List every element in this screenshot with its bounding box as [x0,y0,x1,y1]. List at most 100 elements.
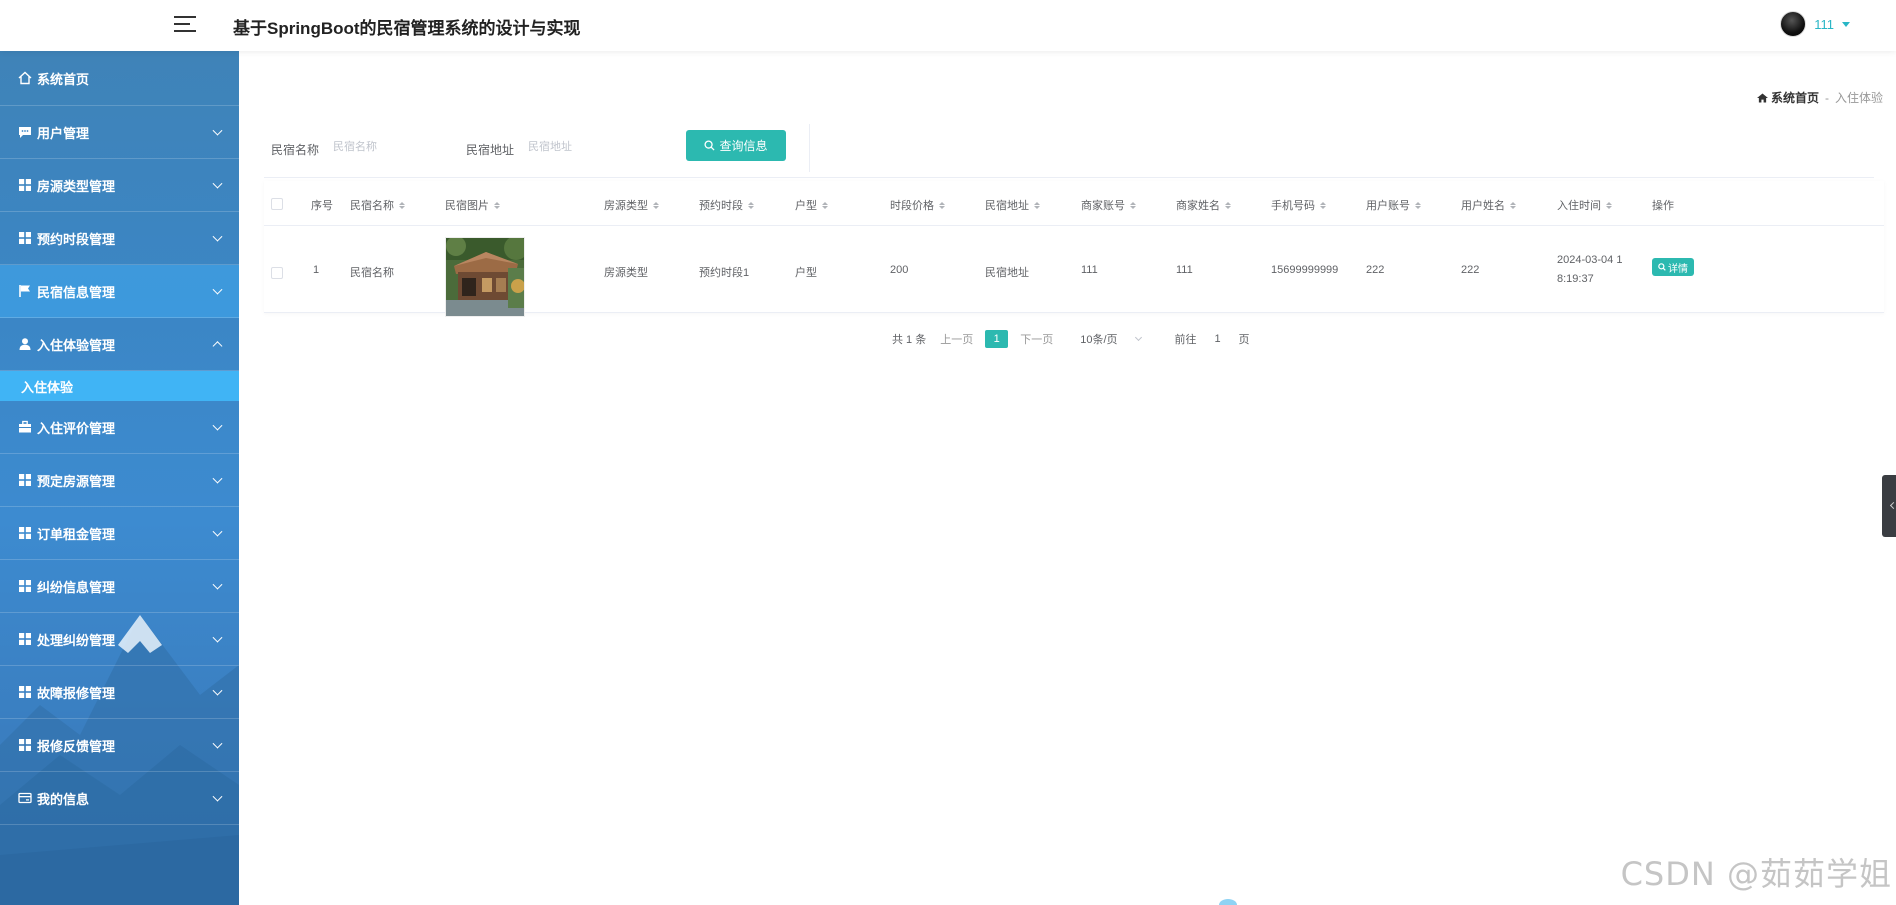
search-address-input[interactable] [528,134,648,160]
chevron-down-icon [1134,333,1142,342]
sidebar-item-label: 故障报修管理 [37,685,116,701]
sidebar-item-label: 系统首页 [37,71,90,87]
cell-index: 1 [313,264,320,276]
chat-icon [17,124,33,140]
search-icon [1658,263,1666,271]
chevron-down-icon [212,738,223,749]
breadcrumb-home[interactable]: 系统首页 [1757,89,1819,106]
app-title: 基于SpringBoot的民宿管理系统的设计与实现 [233,19,581,38]
chevron-down-icon [212,632,223,643]
sort-icon [494,201,500,209]
menu-toggle-icon[interactable] [174,14,196,34]
user-menu[interactable]: 111 [1780,11,1850,37]
column-header[interactable]: 预约时段 [699,197,754,213]
breadcrumb-current: 入住体验 [1834,91,1883,105]
sidebar-item-label: 预定房源管理 [37,473,116,489]
grid-icon [17,177,33,193]
sort-icon [1606,201,1612,209]
chevron-down-icon [212,526,223,537]
floating-dot [1219,899,1237,905]
sidebar-item-user-management[interactable]: 用户管理 [0,106,239,159]
column-header[interactable]: 商家账号 [1081,197,1136,213]
column-header[interactable]: 民宿名称 [350,197,405,213]
search-button[interactable]: 查询信息 [686,130,786,161]
search-address-label: 民宿地址 [466,143,515,157]
column-header[interactable]: 商家姓名 [1176,197,1231,213]
sidebar-item-booking-slot[interactable]: 预约时段管理 [0,212,239,265]
detail-button[interactable]: 详情 [1652,258,1694,276]
sidebar-item-label: 入住评价管理 [37,420,116,436]
sidebar-item-homestay-info[interactable]: 民宿信息管理 [0,265,239,318]
search-bar: 民宿名称 民宿地址 查询信息 [264,124,1874,178]
cell-layout: 户型 [795,267,817,279]
sort-icon [1415,201,1421,209]
user-name[interactable]: 111 [1814,17,1834,32]
column-header[interactable]: 入住时间 [1557,197,1612,213]
sidebar-menu: 系统首页 用户管理 房源类型管理 预约时段管理 民宿信息管理 入住体验管理 入住… [0,51,239,825]
cell-homestay-image[interactable] [445,237,525,317]
prev-page-button[interactable]: 上一页 [940,331,973,347]
column-header[interactable]: 用户姓名 [1461,197,1516,213]
breadcrumb-separator: - [1824,90,1829,105]
table-header: 序号 民宿名称 民宿图片 房源类型 预约时段 户型 时段价格 民宿地址 商家账号… [264,181,1884,226]
sort-icon [1225,201,1231,209]
column-header[interactable]: 民宿图片 [445,197,500,213]
user-icon [17,336,33,352]
side-drawer-handle[interactable] [1882,475,1896,537]
sidebar-item-dispute-handling[interactable]: 处理纠纷管理 [0,613,239,666]
column-header[interactable]: 时段价格 [890,197,945,213]
breadcrumb-home-label[interactable]: 系统首页 [1771,89,1819,106]
chevron-down-icon [212,473,223,484]
search-name-input[interactable] [333,134,453,160]
column-header[interactable]: 用户账号 [1366,197,1421,213]
select-all-checkbox[interactable] [271,198,283,210]
page-size-value: 10条/页 [1080,334,1118,346]
search-divider [809,124,810,172]
card-icon [17,790,33,806]
grid-icon [17,737,33,753]
sidebar-item-room-type[interactable]: 房源类型管理 [0,159,239,212]
chevron-down-icon [212,284,223,295]
sidebar-item-repair-report[interactable]: 故障报修管理 [0,666,239,719]
caret-down-icon[interactable] [1842,21,1850,27]
column-header[interactable]: 民宿地址 [985,197,1040,213]
search-button-label: 查询信息 [719,139,768,153]
chevron-down-icon [212,420,223,431]
pagination: 共 1 条 上一页 1 下一页 10条/页 前往 1 页 [892,330,1250,348]
column-header[interactable]: 手机号码 [1271,197,1326,213]
page-number-current[interactable]: 1 [985,330,1009,348]
cell-merchant-account: 111 [1081,264,1098,276]
top-header: 基于SpringBoot的民宿管理系统的设计与实现 111 [0,0,1896,51]
row-checkbox[interactable] [271,267,283,279]
sort-icon [748,201,754,209]
grid-icon [17,578,33,594]
sidebar-item-label: 订单租金管理 [37,526,116,542]
column-header[interactable]: 房源类型 [604,197,659,213]
sidebar-item-room-booking[interactable]: 预定房源管理 [0,454,239,507]
sidebar-item-label: 报修反馈管理 [37,738,116,754]
sidebar-item-order-rent[interactable]: 订单租金管理 [0,507,239,560]
next-page-button[interactable]: 下一页 [1020,331,1053,347]
cell-name: 民宿名称 [350,267,394,279]
watermark: CSDN @茹茹学姐 [1620,855,1892,893]
cell-room-type: 房源类型 [604,267,648,279]
sidebar-item-checkin-review[interactable]: 入住评价管理 [0,401,239,454]
page-size-select[interactable]: 10条/页 [1080,331,1142,347]
sidebar-subitem-checkin-experience[interactable]: 入住体验 [0,371,239,401]
cell-checkin-time-line1: 2024-03-04 1 [1557,254,1623,266]
sort-icon [399,201,405,209]
sidebar: 系统首页 用户管理 房源类型管理 预约时段管理 民宿信息管理 入住体验管理 入住… [0,51,239,905]
sidebar-item-home[interactable]: 系统首页 [0,51,239,106]
home-icon [17,70,33,86]
avatar[interactable] [1780,11,1807,37]
sidebar-item-my-info[interactable]: 我的信息 [0,772,239,825]
pagination-total: 共 1 条 [892,334,927,346]
sidebar-item-dispute-info[interactable]: 纠纷信息管理 [0,560,239,613]
cell-user-name: 222 [1461,264,1480,276]
goto-page-input[interactable]: 1 [1211,333,1225,345]
sidebar-item-label: 用户管理 [37,125,90,141]
sidebar-item-checkin-experience[interactable]: 入住体验管理 [0,318,239,371]
sidebar-item-repair-feedback[interactable]: 报修反馈管理 [0,719,239,772]
chevron-down-icon [212,579,223,590]
column-header[interactable]: 户型 [795,197,828,213]
